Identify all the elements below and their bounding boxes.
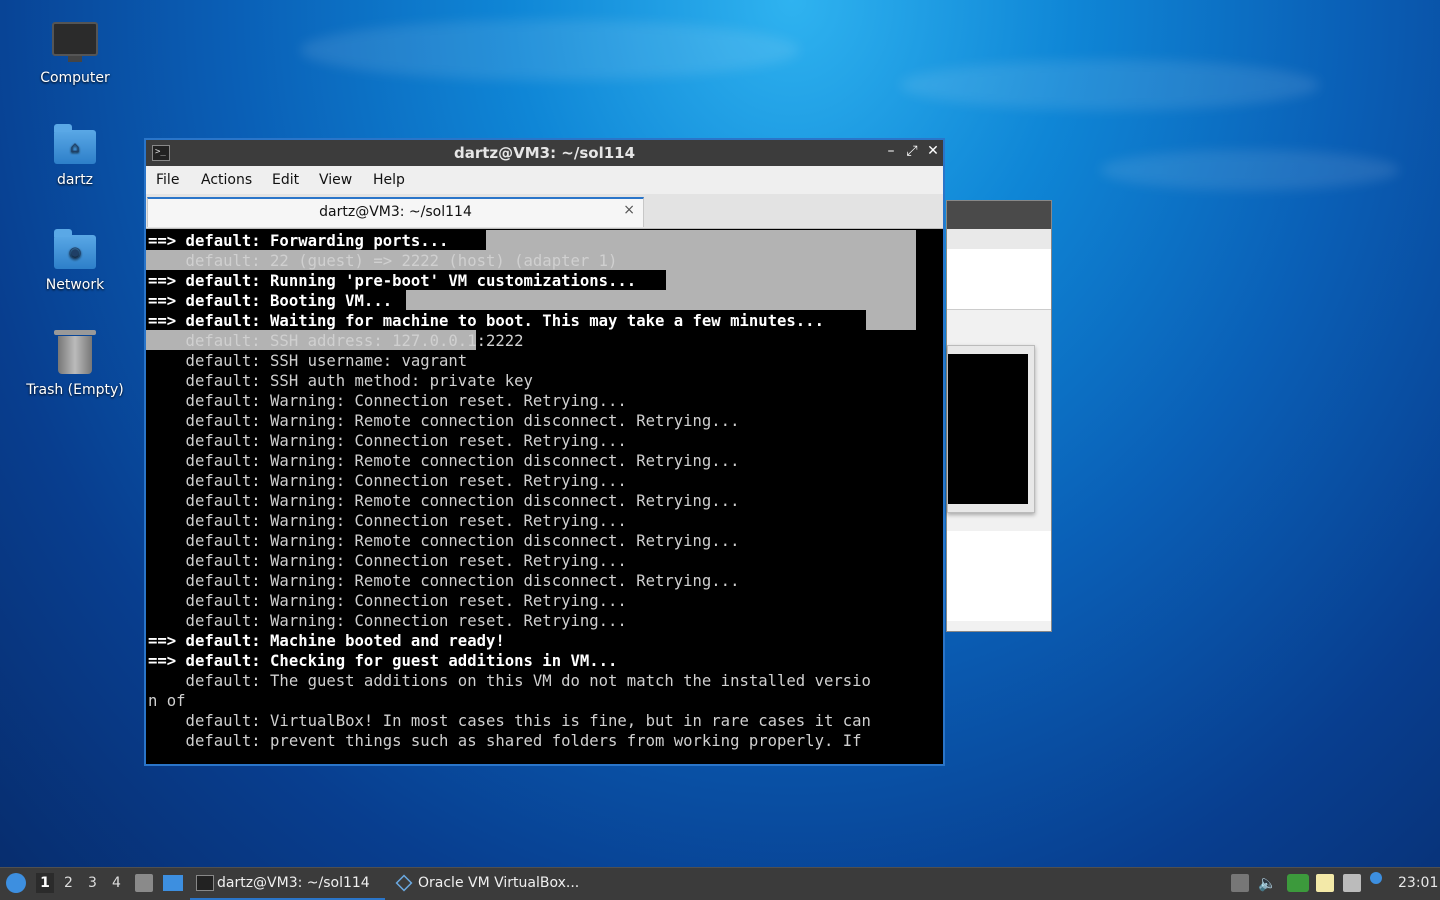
window-pane	[947, 249, 1051, 310]
task-label: dartz@VM3: ~/sol114	[217, 875, 370, 891]
trash-icon	[54, 330, 96, 374]
updates-icon[interactable]	[1287, 874, 1309, 892]
home-folder-icon: ⌂	[54, 124, 96, 164]
desktop-icon-network[interactable]: ◉ Network	[20, 227, 130, 293]
terminal-line: default: Warning: Remote connection disc…	[148, 572, 740, 590]
tab-label: dartz@VM3: ~/sol114	[319, 204, 472, 220]
minimize-button[interactable]: –	[883, 143, 899, 159]
terminal-line: ==> default: Waiting for machine to boot…	[148, 312, 824, 330]
desktop-icon-label: Computer	[40, 70, 110, 86]
menu-help[interactable]: Help	[373, 172, 405, 188]
terminal-line: ==> default: Checking for guest addition…	[148, 652, 618, 670]
terminal-line: default: SSH auth method: private key	[148, 372, 533, 390]
vm-preview	[947, 345, 1035, 513]
terminal-line: default: SSH address: 127.0.0.1:2222	[148, 332, 524, 350]
task-label: Oracle VM VirtualBox...	[418, 875, 580, 891]
clock[interactable]: 23:01	[1398, 875, 1438, 891]
app-menu-icon[interactable]	[6, 873, 26, 893]
selection-highlight	[866, 310, 916, 330]
terminal-line: default: The guest additions on this VM …	[148, 672, 871, 690]
virtualbox-window-background[interactable]	[946, 200, 1052, 632]
tab-close-icon[interactable]: ×	[623, 202, 635, 218]
close-button[interactable]: ✕	[925, 143, 941, 159]
maximize-button[interactable]: ⤢	[904, 143, 920, 159]
wallpaper-highlight	[1100, 150, 1400, 190]
window-titlebar[interactable]: >_ dartz@VM3: ~/sol114 – ⤢ ✕	[146, 140, 943, 166]
virtualbox-icon	[395, 874, 413, 892]
terminal-window[interactable]: >_ dartz@VM3: ~/sol114 – ⤢ ✕ File Action…	[144, 138, 945, 766]
terminal-line: default: prevent things such as shared f…	[148, 732, 862, 750]
network-icon[interactable]	[1343, 874, 1361, 892]
terminal-line: default: Warning: Remote connection disc…	[148, 452, 740, 470]
workspace-2[interactable]: 2	[64, 875, 73, 891]
terminal-line: n of	[148, 692, 186, 710]
window-titlebar[interactable]	[947, 201, 1051, 229]
desktop-icon-home[interactable]: ⌂ dartz	[20, 122, 130, 188]
menu-bar: File Actions Edit View Help	[146, 166, 943, 194]
window-pane	[947, 531, 1051, 621]
terminal-line: default: 22 (guest) => 2222 (host) (adap…	[148, 252, 618, 270]
terminal-line: default: Warning: Connection reset. Retr…	[148, 472, 627, 490]
terminal-line: default: Warning: Remote connection disc…	[148, 412, 740, 430]
selection-highlight	[666, 270, 916, 290]
terminal-line: ==> default: Running 'pre-boot' VM custo…	[148, 272, 637, 290]
notification-icon[interactable]	[1370, 872, 1382, 884]
terminal-icon	[196, 875, 214, 891]
terminal-line: default: Warning: Connection reset. Retr…	[148, 392, 627, 410]
desktop-icon-label: Network	[45, 277, 105, 293]
eject-icon[interactable]	[1231, 874, 1249, 892]
window-title: dartz@VM3: ~/sol114	[453, 144, 636, 162]
show-desktop-icon[interactable]	[163, 875, 183, 891]
terminal-line: default: SSH username: vagrant	[148, 352, 468, 370]
terminal-line: default: Warning: Connection reset. Retr…	[148, 592, 627, 610]
terminal-line: default: Warning: Connection reset. Retr…	[148, 512, 627, 530]
menu-file[interactable]: File	[156, 172, 179, 188]
terminal-line: default: Warning: Connection reset. Retr…	[148, 612, 627, 630]
tab-bar: dartz@VM3: ~/sol114 ×	[146, 194, 943, 229]
task-virtualbox[interactable]: Oracle VM VirtualBox...	[392, 868, 592, 898]
workspace-3[interactable]: 3	[88, 875, 97, 891]
desktop-icon-computer[interactable]: Computer	[20, 16, 130, 86]
taskbar: 1 2 3 4 dartz@VM3: ~/sol114 Oracle VM Vi…	[0, 867, 1440, 900]
network-folder-icon: ◉	[54, 229, 96, 269]
terminal-line: default: Warning: Connection reset. Retr…	[148, 432, 627, 450]
tab-terminal[interactable]: dartz@VM3: ~/sol114 ×	[147, 197, 644, 227]
terminal-scrollbar[interactable]	[917, 230, 943, 764]
desktop-icon-label: Trash (Empty)	[26, 382, 124, 398]
menu-view[interactable]: View	[319, 172, 352, 188]
terminal-line: default: Warning: Connection reset. Retr…	[148, 552, 627, 570]
terminal-line: default: Warning: Remote connection disc…	[148, 492, 740, 510]
selection-highlight	[486, 230, 916, 250]
menu-actions[interactable]: Actions	[201, 172, 252, 188]
terminal-output[interactable]: ==> default: Forwarding ports... default…	[146, 230, 943, 764]
desktop-icon-label: dartz	[56, 172, 94, 188]
file-manager-icon[interactable]	[135, 874, 153, 892]
wallpaper-highlight	[300, 20, 800, 80]
selection-highlight	[406, 290, 916, 310]
task-terminal[interactable]: dartz@VM3: ~/sol114	[190, 868, 385, 900]
notes-icon[interactable]	[1316, 874, 1334, 892]
computer-icon	[52, 22, 98, 62]
terminal-line: ==> default: Booting VM...	[148, 292, 393, 310]
terminal-line: ==> default: Machine booted and ready!	[148, 632, 505, 650]
window-toolbar	[947, 229, 1051, 250]
desktop-icon-trash[interactable]: Trash (Empty)	[20, 330, 130, 398]
terminal-line: default: Warning: Remote connection disc…	[148, 532, 740, 550]
volume-icon[interactable]: 🔈	[1258, 874, 1277, 892]
terminal-line: default: VirtualBox! In most cases this …	[148, 712, 871, 730]
workspace-1[interactable]: 1	[36, 873, 54, 893]
terminal-line: ==> default: Forwarding ports...	[148, 232, 449, 250]
workspace-4[interactable]: 4	[112, 875, 121, 891]
wallpaper-highlight	[900, 60, 1320, 110]
menu-edit[interactable]: Edit	[272, 172, 299, 188]
